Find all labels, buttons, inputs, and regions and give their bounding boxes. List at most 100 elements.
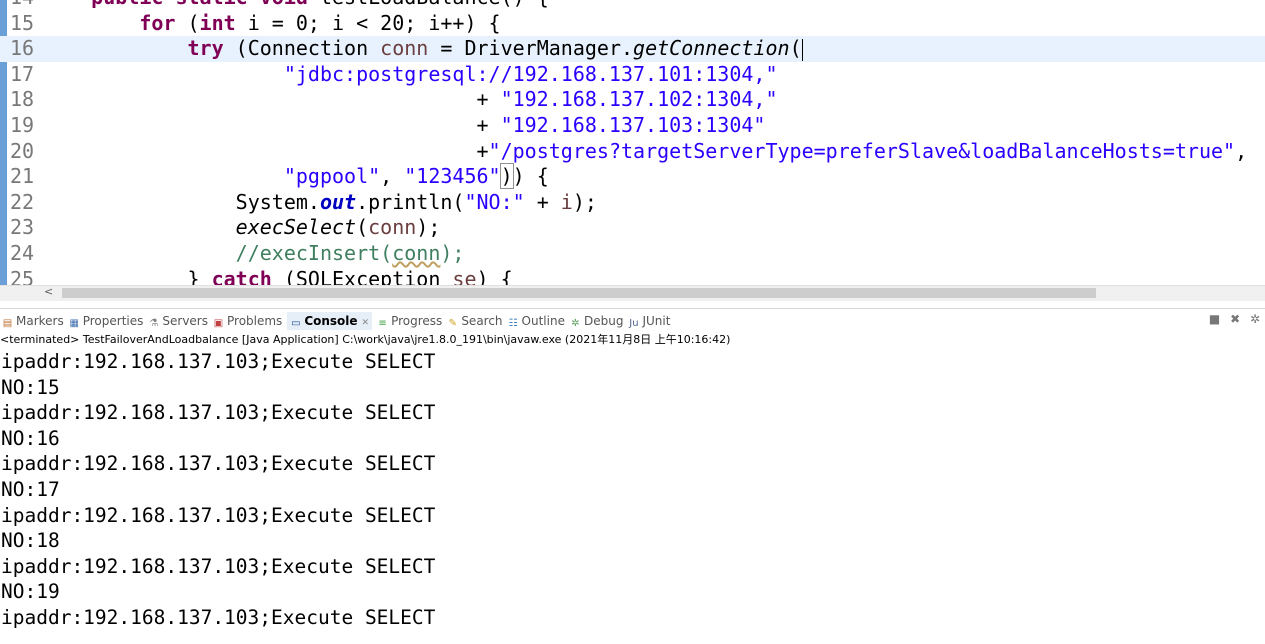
code-line[interactable]: 23 execSelect(conn); [0, 215, 1265, 241]
debug-icon: ✲ [571, 318, 580, 329]
console-line: NO:17 [1, 477, 60, 501]
code-token: se [452, 266, 477, 285]
tab-label: Properties [82, 314, 144, 328]
line-number: 17 [10, 61, 35, 86]
tab-label: Debug [583, 314, 624, 328]
code-text[interactable]: System.out.println("NO:" + i); [43, 190, 597, 216]
code-line[interactable]: 22 System.out.println("NO:" + i); [0, 190, 1265, 216]
code-text[interactable]: for (int i = 0; i < 20; i++) { [43, 10, 500, 37]
code-line[interactable]: 15 for (int i = 0; i < 20; i++) { [0, 11, 1265, 37]
code-token: + [524, 189, 561, 214]
tab-markers[interactable]: ▤ Markers [2, 312, 64, 330]
line-number: 22 [10, 189, 35, 214]
code-text[interactable]: +"/postgres?targetServerType=preferSlave… [43, 139, 1247, 165]
code-text[interactable]: + "192.168.137.103:1304" [43, 113, 765, 139]
code-text[interactable]: public static void testLoadBalance() { [43, 0, 549, 11]
tab-label: Progress [391, 314, 443, 328]
code-token: conn [368, 215, 417, 240]
code-line[interactable]: 19 + "192.168.137.103:1304" [0, 113, 1265, 139]
tab-outline[interactable]: ☷ Outline [508, 312, 565, 330]
tab-junit[interactable]: Ju JUnit [628, 312, 670, 330]
tab-progress[interactable]: ≡ Progress [377, 312, 442, 330]
code-text[interactable]: "pgpool", "123456")) { [43, 163, 549, 190]
code-token: testLoadBalance() { [308, 0, 549, 9]
line-number: 24 [10, 241, 35, 265]
code-token: "123456" [404, 164, 501, 189]
line-number: 20 [10, 138, 35, 163]
tab-label: Servers [162, 314, 208, 328]
console-line: NO:18 [1, 529, 60, 553]
code-token: conn [392, 241, 441, 265]
code-token: "/postgres?targetServerType=preferSlave&… [488, 138, 1236, 163]
code-line[interactable]: 21 "pgpool", "123456")) { [0, 163, 1265, 190]
code-text[interactable]: + "192.168.137.102:1304," [43, 87, 778, 113]
tab-servers[interactable]: ⚗ Servers [148, 312, 208, 330]
code-token: + [43, 138, 489, 163]
code-text[interactable]: "jdbc:postgresql://192.168.137.101:1304,… [43, 62, 778, 88]
view-tab-bar: ▤ Markers ▦ Properties ⚗ Servers ▣ Problems ▭ Con… [0, 308, 1265, 331]
code-token: out [319, 189, 357, 214]
code-token: , [380, 164, 405, 189]
line-number: 18 [10, 87, 35, 112]
code-line[interactable]: 20 +"/postgres?targetServerType=preferSl… [0, 139, 1265, 165]
code-token: ( [789, 36, 802, 61]
code-editor[interactable]: 14 public static void testLoadBalance() … [0, 0, 1265, 285]
code-token: ) [499, 163, 514, 190]
scroll-left-arrow[interactable]: < [44, 285, 53, 298]
code-token: ); [440, 241, 465, 265]
code-text[interactable]: execSelect(conn); [43, 215, 441, 241]
code-token: i [560, 189, 573, 214]
tab-debug[interactable]: ✲ Debug [570, 312, 623, 330]
view-controls[interactable]: ■ ✖ ✲ [1209, 312, 1263, 326]
tab-console[interactable]: ▭ Console ✕ [287, 312, 373, 330]
code-line[interactable]: 16 try (Connection conn = DriverManager.… [0, 36, 1265, 62]
close-icon[interactable]: ✕ [362, 318, 370, 328]
tab-search[interactable]: ✎ Search [447, 312, 503, 330]
line-number: 16 [10, 36, 35, 61]
code-line[interactable]: 24 //execInsert(conn); [0, 241, 1265, 267]
code-text[interactable]: } catch (SQLException se) { [43, 266, 512, 285]
horizontal-scrollbar[interactable]: < [0, 285, 1265, 301]
progress-icon: ≡ [378, 318, 387, 329]
console-icon: ▭ [291, 318, 301, 329]
code-token: "192.168.137.102:1304," [500, 87, 778, 112]
tab-label: Markers [16, 314, 64, 328]
tab-label: JUnit [642, 314, 671, 328]
line-number: 23 [10, 215, 35, 240]
junit-icon: Ju [629, 318, 639, 329]
tab-problems[interactable]: ▣ Problems [213, 312, 283, 330]
line-number: 19 [10, 113, 35, 137]
code-token: + [43, 87, 501, 112]
console-line: ipaddr:192.168.137.103;Execute SELECT [1, 350, 436, 373]
scrollbar-thumb[interactable] [62, 288, 1096, 298]
code-token: ( [175, 10, 200, 35]
tab-label: Problems [227, 314, 283, 328]
console-line: NO:15 [1, 375, 60, 399]
code-line[interactable]: 25 } catch (SQLException se) { [0, 267, 1265, 285]
markers-icon: ▤ [2, 318, 13, 329]
console-line: ipaddr:192.168.137.103;Execute SELECT [1, 605, 436, 629]
problems-icon: ▣ [213, 318, 224, 329]
code-text[interactable]: //execInsert(conn); [43, 241, 465, 267]
code-token: for [139, 10, 176, 35]
code-token: public static void [91, 0, 308, 9]
console-output[interactable]: ipaddr:192.168.137.103;Execute SELECT NO:… [1, 349, 1261, 644]
code-token: "pgpool" [283, 164, 381, 189]
code-token: execSelect [235, 215, 357, 240]
tab-properties[interactable]: ▦ Properties [69, 312, 144, 330]
code-token: (Connection [223, 36, 381, 61]
code-line[interactable]: 18 + "192.168.137.102:1304," [0, 87, 1265, 113]
code-line[interactable]: 14 public static void testLoadBalance() … [0, 0, 1265, 11]
tab-label: Console [304, 314, 358, 328]
code-text[interactable]: try (Connection conn = DriverManager.get… [43, 36, 803, 62]
code-token: //execInsert( [235, 241, 393, 265]
code-token: getConnection [633, 36, 790, 61]
console-line: NO:19 [1, 580, 60, 604]
code-line[interactable]: 17 "jdbc:postgresql://192.168.137.101:13… [0, 62, 1265, 88]
